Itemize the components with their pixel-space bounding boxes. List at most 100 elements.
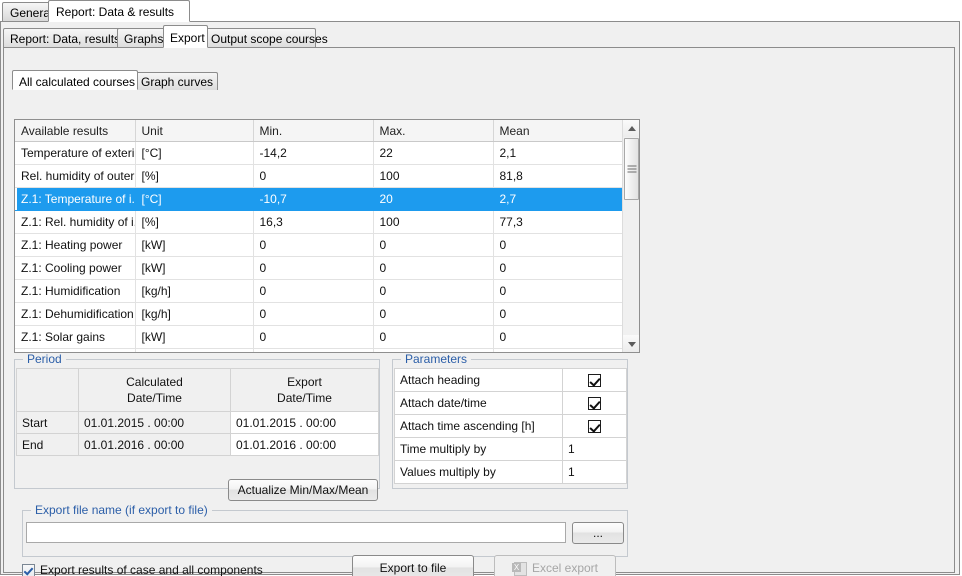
cell-mean: 2,7 [493, 188, 623, 211]
cell-max: 0 [373, 326, 493, 349]
grid-vertical-scrollbar[interactable] [622, 120, 639, 352]
col-header-min[interactable]: Min. [253, 120, 373, 142]
cell-mean: 77,3 [493, 211, 623, 234]
scroll-down-icon[interactable] [623, 335, 640, 352]
period-start-export[interactable]: 01.01.2015 . 00:00 [231, 412, 379, 434]
table-row[interactable]: Z.1: Heating power [kW] 0 0 0 [15, 234, 623, 257]
attach-datetime-checkbox[interactable] [588, 397, 601, 410]
cell-mean: 0 [493, 257, 623, 280]
cell-mean: 0 [493, 349, 623, 354]
attach-time-ascending-checkbox[interactable] [588, 420, 601, 433]
export-filename-input[interactable] [26, 522, 566, 543]
browse-file-button[interactable]: ... [572, 522, 624, 544]
period-row-start: Start 01.01.2015 . 00:00 01.01.2015 . 00… [17, 412, 379, 434]
table-row-selected[interactable]: Z.1: Temperature of i... [°C] -10,7 20 2… [15, 188, 623, 211]
tab-all-calculated-courses-label: All calculated courses [19, 75, 135, 89]
export-to-file-label: Export to file [380, 562, 447, 574]
parameter-row-attach-time-ascending: Attach time ascending [h] [395, 415, 627, 438]
period-end-export[interactable]: 01.01.2016 . 00:00 [231, 434, 379, 456]
cell-name: Z.1: Heating power [15, 234, 135, 257]
export-to-file-button[interactable]: Export to file [352, 555, 474, 576]
period-header-export-line1: Export [236, 374, 373, 390]
cell-min: 0 [253, 280, 373, 303]
cell-unit: [kW] [135, 349, 253, 354]
cell-name: Z.1: Rel. humidity of i... [15, 211, 135, 234]
cell-mean: 2,1 [493, 142, 623, 165]
excel-export-label: Excel export [532, 562, 598, 574]
table-row[interactable]: Z.1: Humidification [kg/h] 0 0 0 [15, 280, 623, 303]
cell-min: -10,7 [253, 188, 373, 211]
export-panel: All calculated courses Graph curves [3, 47, 955, 573]
tab-all-calculated-courses[interactable]: All calculated courses [12, 70, 138, 90]
period-header-calculated: Calculated Date/Time [79, 369, 231, 412]
cell-max: 100 [373, 211, 493, 234]
tab-report-data-results[interactable]: Report: Data & results [48, 0, 190, 22]
tab-output-scope-courses[interactable]: Output scope courses [204, 28, 316, 48]
cell-name: Z.1: Cooling power [15, 257, 135, 280]
tab-graph-curves[interactable]: Graph curves [134, 72, 218, 90]
table-row[interactable]: Z.1: Inner heat sourc [kW] 0 0 0 [15, 349, 623, 354]
report-tabstrip: Report: Data, results Graphs Export Outp… [3, 25, 955, 48]
actualize-minmaxmean-button[interactable]: Actualize Min/Max/Mean [228, 479, 378, 501]
col-header-unit[interactable]: Unit [135, 120, 253, 142]
cell-unit: [°C] [135, 142, 253, 165]
parameter-label-attach-time-ascending: Attach time ascending [h] [395, 415, 563, 438]
cell-min: 0 [253, 326, 373, 349]
parameter-value-attach-heading[interactable] [563, 369, 627, 392]
period-row-start-label: Start [17, 412, 79, 434]
cell-mean: 0 [493, 280, 623, 303]
cell-max: 22 [373, 142, 493, 165]
cell-unit: [kg/h] [135, 303, 253, 326]
parameter-value-attach-datetime[interactable] [563, 392, 627, 415]
parameters-legend: Parameters [401, 353, 471, 365]
tab-graphs[interactable]: Graphs [117, 28, 167, 48]
cell-max: 0 [373, 234, 493, 257]
cell-min: 16,3 [253, 211, 373, 234]
period-table: Calculated Date/Time Export Date/Time St… [16, 368, 379, 456]
cell-name: Z.1: Humidification [15, 280, 135, 303]
available-results-table: Available results Unit Min. Max. Mean Te… [15, 120, 624, 353]
tab-export[interactable]: Export [163, 25, 208, 48]
cell-mean: 0 [493, 326, 623, 349]
parameters-table: Attach heading Attach date/time Attach t… [394, 368, 627, 484]
values-multiply-input[interactable]: 1 [563, 461, 627, 484]
table-row[interactable]: Rel. humidity of outer ... [%] 0 100 81,… [15, 165, 623, 188]
cell-name: Z.1: Temperature of i... [15, 188, 135, 211]
scrollbar-grip-icon [627, 166, 636, 173]
tab-report-data-results-sub[interactable]: Report: Data, results [3, 28, 121, 48]
browse-file-label: ... [593, 527, 603, 539]
cell-mean: 81,8 [493, 165, 623, 188]
cell-max: 20 [373, 188, 493, 211]
table-row[interactable]: Z.1: Dehumidification [kg/h] 0 0 0 [15, 303, 623, 326]
tab-graphs-label: Graphs [124, 32, 163, 46]
attach-heading-checkbox[interactable] [588, 374, 601, 387]
cell-name: Z.1: Dehumidification [15, 303, 135, 326]
excel-icon: X [512, 561, 526, 575]
cell-unit: [kW] [135, 326, 253, 349]
table-row[interactable]: Z.1: Cooling power [kW] 0 0 0 [15, 257, 623, 280]
parameter-value-attach-time-ascending[interactable] [563, 415, 627, 438]
scroll-up-icon[interactable] [623, 120, 640, 137]
excel-export-button[interactable]: X Excel export [494, 555, 616, 576]
tab-export-label: Export [170, 31, 205, 45]
cell-name: Rel. humidity of outer ... [15, 165, 135, 188]
available-results-grid[interactable]: Available results Unit Min. Max. Mean Te… [14, 119, 640, 353]
col-header-mean[interactable]: Mean [493, 120, 623, 142]
tab-output-scope-courses-label: Output scope courses [211, 32, 328, 46]
col-header-max[interactable]: Max. [373, 120, 493, 142]
cell-mean: 0 [493, 234, 623, 257]
period-end-calculated: 01.01.2016 . 00:00 [79, 434, 231, 456]
table-row[interactable]: Z.1: Rel. humidity of i... [%] 16,3 100 … [15, 211, 623, 234]
table-row[interactable]: Temperature of exteri... [°C] -14,2 22 2… [15, 142, 623, 165]
tab-report-data-results-label: Report: Data & results [56, 5, 174, 19]
scrollbar-thumb[interactable] [624, 138, 639, 200]
time-multiply-input[interactable]: 1 [563, 438, 627, 461]
actualize-minmaxmean-label: Actualize Min/Max/Mean [238, 484, 369, 496]
export-all-components-checkbox[interactable] [22, 564, 35, 576]
period-header-blank [17, 369, 79, 412]
col-header-available-results[interactable]: Available results [15, 120, 135, 142]
tab-report-data-results-sub-label: Report: Data, results [10, 32, 120, 46]
table-row[interactable]: Z.1: Solar gains [kW] 0 0 0 [15, 326, 623, 349]
period-header-export-line2: Date/Time [236, 390, 373, 406]
cell-max: 0 [373, 280, 493, 303]
